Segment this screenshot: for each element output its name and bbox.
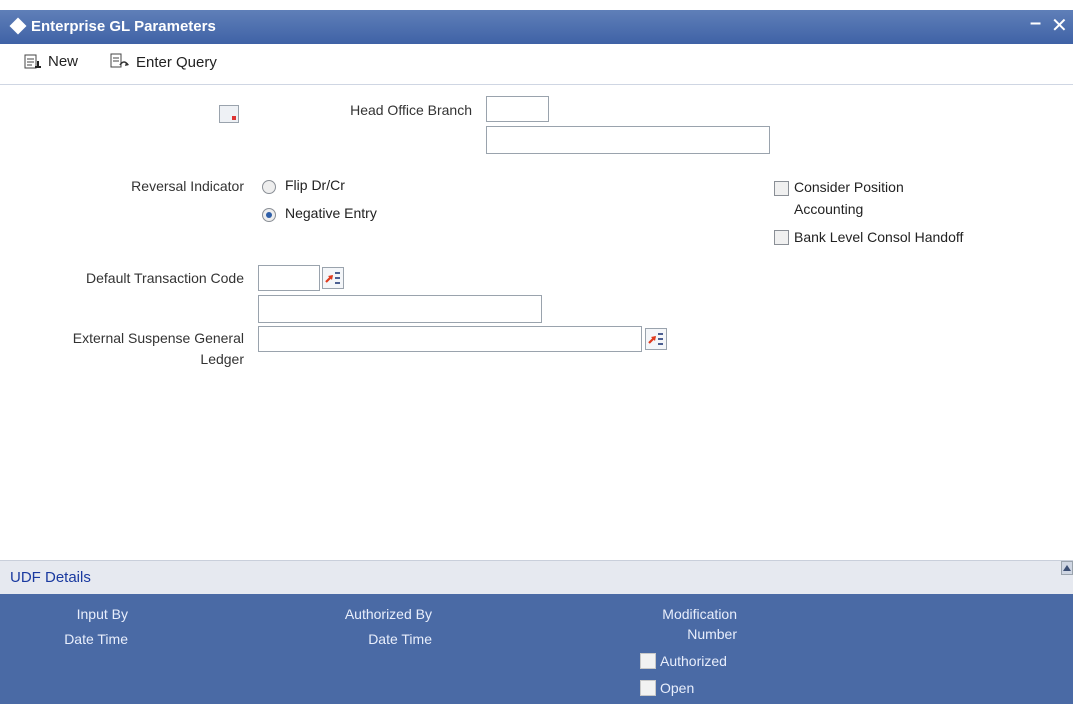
toolbar: New Enter Query [0,44,1073,85]
flip-dr-cr-label: Flip Dr/Cr [285,177,345,193]
branch-picker-icon[interactable] [219,105,239,123]
head-office-branch-label: Head Office Branch [350,102,472,118]
input-by-label: Input By [76,606,128,622]
udf-bar: UDF Details [0,560,1073,595]
input-date-time-label: Date Time [64,631,128,647]
reversal-indicator-label: Reversal Indicator [131,178,244,194]
modification-number-label-line2: Number [687,626,737,642]
auth-date-time-label: Date Time [368,631,432,647]
open-label: Open [660,680,695,696]
window-titlebar: Enterprise GL Parameters – ✕ [0,10,1073,44]
flip-dr-cr-radio[interactable] [262,180,276,194]
udf-details-link[interactable]: UDF Details [10,569,91,586]
external-suspense-gl-label-line1: External Suspense General [72,330,244,346]
new-document-icon [24,54,41,68]
enter-query-icon [110,53,129,68]
bank-level-consol-checkbox[interactable] [774,230,789,245]
default-transaction-code-label: Default Transaction Code [86,270,244,286]
window-title: Enterprise GL Parameters [31,18,216,35]
external-suspense-gl-label-line2: Ledger [200,351,244,367]
enter-query-label: Enter Query [136,53,217,71]
scroll-up-button[interactable] [1061,561,1073,575]
diamond-icon [9,17,27,35]
new-label: New [48,53,79,70]
form-area: Head Office Branch Reversal Indicator Fl… [0,85,1073,560]
consider-position-checkbox[interactable] [774,181,789,196]
external-suspense-gl-input[interactable] [258,326,642,352]
default-transaction-code-input[interactable] [258,265,320,291]
list-of-values-icon [648,333,663,345]
default-transaction-code-desc-input[interactable] [258,295,542,323]
close-button[interactable]: ✕ [1051,13,1068,38]
default-transaction-code-lov-button[interactable] [322,267,344,289]
new-button[interactable]: New [24,53,78,70]
authorized-by-label: Authorized By [344,606,432,622]
head-office-branch-input[interactable] [486,96,549,122]
bank-level-consol-label: Bank Level Consol Handoff [794,229,964,245]
consider-position-label-line2: Accounting [794,201,864,217]
negative-entry-radio[interactable] [262,208,276,222]
head-office-branch-desc-input[interactable] [486,126,770,154]
minimize-button[interactable]: – [1030,12,1041,35]
external-suspense-gl-lov-button[interactable] [645,328,667,350]
list-of-values-icon [325,272,340,284]
consider-position-label-line1: Consider Position [794,179,904,195]
audit-footer: Input By Date Time Authorized By Date Ti… [0,594,1073,704]
open-checkbox[interactable] [640,680,656,696]
authorized-label: Authorized [660,653,727,669]
modification-number-label-line1: Modification [662,606,737,622]
enter-query-button[interactable]: Enter Query [110,53,217,71]
negative-entry-label: Negative Entry [285,205,377,221]
authorized-checkbox[interactable] [640,653,656,669]
